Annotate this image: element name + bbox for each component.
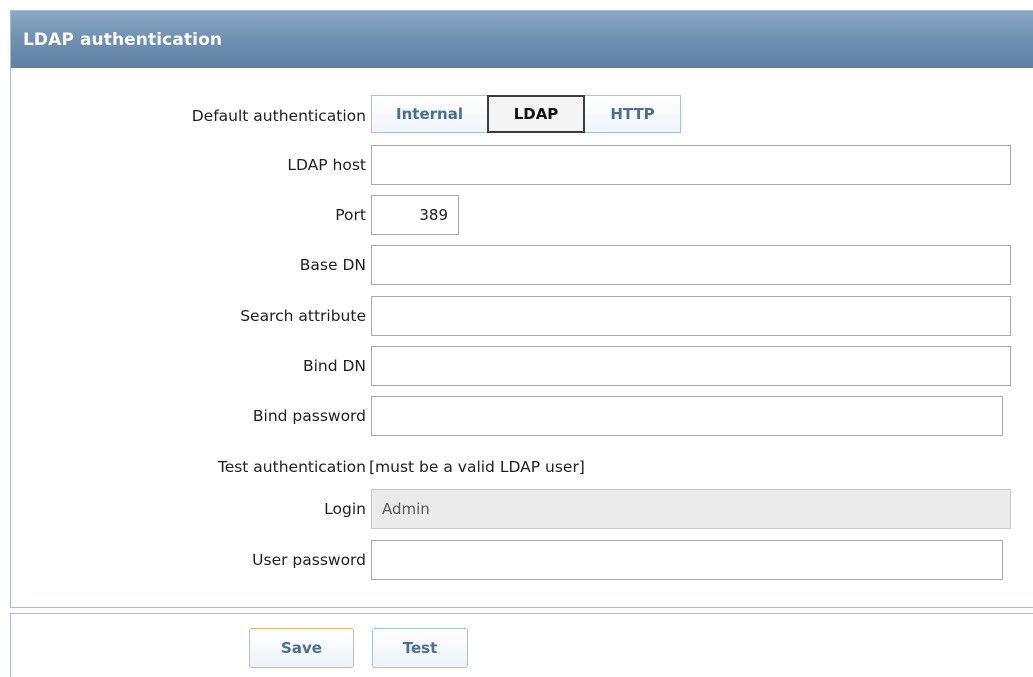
ldap-host-row: LDAP host <box>11 145 1033 185</box>
user-password-label: User password <box>252 551 366 569</box>
test-authentication-row: Test authentication [must be a valid LDA… <box>11 447 1033 487</box>
search-attribute-input[interactable] <box>371 296 1011 336</box>
user-password-input[interactable] <box>371 540 1003 580</box>
login-input[interactable] <box>371 489 1011 529</box>
test-authentication-note: [must be a valid LDAP user] <box>369 458 585 476</box>
port-row: Port <box>11 195 1033 235</box>
ldap-authentication-panel: LDAP authentication Default authenticati… <box>10 10 1033 608</box>
search-attribute-row: Search attribute <box>11 296 1033 336</box>
bind-dn-label: Bind DN <box>302 357 366 375</box>
panel-title: LDAP authentication <box>23 29 223 50</box>
ldap-host-label: LDAP host <box>287 156 366 174</box>
bind-dn-row: Bind DN <box>11 346 1033 386</box>
save-button[interactable]: Save <box>249 628 354 668</box>
auth-option-internal[interactable]: Internal <box>371 95 488 133</box>
base-dn-label: Base DN <box>299 256 366 274</box>
form-footer: Save Test <box>10 613 1033 677</box>
port-input[interactable] <box>371 195 459 235</box>
base-dn-row: Base DN <box>11 245 1033 285</box>
login-row: Login <box>11 489 1033 529</box>
test-button[interactable]: Test <box>372 628 468 668</box>
test-authentication-label: Test authentication <box>217 458 366 476</box>
bind-password-input[interactable] <box>371 396 1003 436</box>
default-authentication-row: Default authentication Internal LDAP HTT… <box>11 94 1033 134</box>
ldap-host-input[interactable] <box>371 145 1011 185</box>
panel-header: LDAP authentication <box>11 11 1033 68</box>
port-label: Port <box>335 206 366 224</box>
default-authentication-segmented-control: Internal LDAP HTTP <box>371 95 681 133</box>
user-password-row: User password <box>11 540 1033 580</box>
auth-option-ldap[interactable]: LDAP <box>487 95 585 133</box>
page: LDAP authentication Default authenticati… <box>0 0 1033 677</box>
search-attribute-label: Search attribute <box>240 307 366 325</box>
auth-option-http[interactable]: HTTP <box>584 95 681 133</box>
base-dn-input[interactable] <box>371 245 1011 285</box>
bind-dn-input[interactable] <box>371 346 1011 386</box>
login-label: Login <box>324 500 366 518</box>
default-authentication-label: Default authentication <box>191 107 366 125</box>
bind-password-row: Bind password <box>11 396 1033 436</box>
bind-password-label: Bind password <box>252 407 366 425</box>
